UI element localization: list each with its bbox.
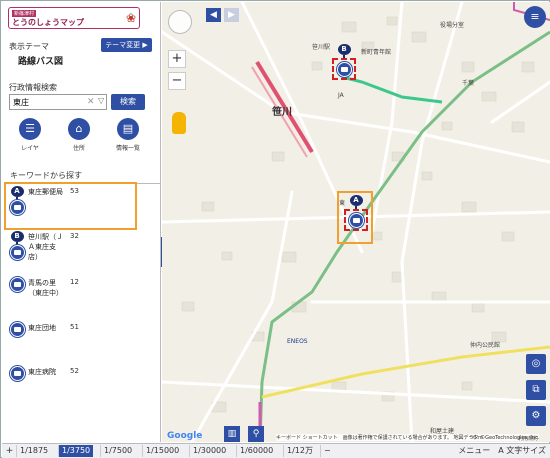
theme-name: 路線バス図	[18, 57, 64, 67]
compass-icon[interactable]	[168, 10, 192, 34]
scale-minus-button[interactable]: −	[320, 445, 334, 457]
route-a-icon: A	[349, 195, 363, 206]
terms-link[interactable]: 利用規約	[518, 435, 538, 442]
info-list-label: 情報一覧	[115, 145, 140, 152]
sidebar: 新篠津村 とうのしょうマップ ❀ 表示テーマ テーマ変更 ▶ 路線バス図 行政情…	[2, 2, 161, 442]
settings-gear-icon[interactable]: ⚙	[526, 406, 546, 426]
clear-icon[interactable]: ✕	[87, 97, 95, 107]
admin-search-label: 行政情報検索	[9, 83, 57, 92]
info-list-button[interactable]: ▤ 情報一覧	[108, 118, 148, 152]
map-view[interactable]: 役場分室 新町青年館 千葉 JA 笹川 笹川駅 東 ENEOS 仲内公民館 和屋…	[162, 2, 550, 442]
history-forward-button[interactable]: ▶	[224, 8, 239, 22]
layer-button[interactable]: ☰ レイヤ	[10, 118, 50, 152]
bus-icon	[9, 277, 25, 292]
stop-list-item[interactable]: 東庄病院 52	[8, 366, 158, 412]
history-back-button[interactable]: ◀	[206, 8, 221, 22]
app-window: 新篠津村 とうのしょうマップ ❀ 表示テーマ テーマ変更 ▶ 路線バス図 行政情…	[0, 0, 550, 458]
stop-number: 12	[70, 278, 79, 286]
stop-list-item[interactable]: 東庄団地 51	[8, 322, 158, 368]
stop-name: 青馬の里（東庄中）	[28, 279, 63, 297]
route-b-icon: B	[337, 44, 351, 55]
bus-stop-marker	[9, 322, 25, 337]
stop-list-item[interactable]: B 笹川駅（ＪＡ東庄支店） 32	[8, 231, 158, 277]
zoom-in-button[interactable]: +	[168, 50, 186, 68]
logo-app-name: とうのしょうマップ	[12, 18, 84, 27]
route-b-icon: B	[10, 231, 24, 242]
map-label-office: 役場分室	[440, 22, 465, 29]
address-button[interactable]: ⌂ 住所	[59, 118, 99, 152]
stop-list-item[interactable]: 青馬の里（東庄中） 12	[8, 277, 158, 323]
map-label-hall2: 仲内公民館	[470, 342, 501, 349]
stop-name: 東庄郵便局	[28, 188, 63, 196]
map-label-hall: 新町青年館	[361, 49, 392, 56]
map-label-sasagawa: 笹川	[272, 107, 292, 118]
locate-icon[interactable]: ◎	[526, 354, 546, 374]
scale-option[interactable]: 1/1875	[16, 445, 51, 457]
bus-icon	[9, 200, 25, 215]
stop-name: 東庄団地	[28, 324, 56, 332]
bus-stop-marker: B	[9, 231, 25, 260]
stop-number: 51	[70, 323, 79, 331]
scale-option-active[interactable]: 1/3750	[58, 445, 94, 457]
map-label-ja: JA	[338, 92, 344, 99]
search-input[interactable]	[13, 97, 83, 108]
bus-icon	[336, 62, 352, 77]
map-label-chiba: 千葉	[462, 80, 475, 87]
map-label-eneos: ENEOS	[287, 338, 308, 345]
stop-list-item[interactable]: A 東庄郵便局 53	[8, 186, 158, 232]
stop-number: 52	[70, 367, 79, 375]
map-bus-stop-b[interactable]: B	[331, 44, 357, 82]
stop-number: 32	[70, 232, 79, 240]
map-bus-stop-a[interactable]: A	[344, 195, 368, 239]
app-logo[interactable]: 新篠津村 とうのしょうマップ ❀	[8, 7, 140, 29]
menu-icon[interactable]: ≡	[524, 6, 546, 28]
logo-municipality: 新篠津村	[12, 10, 37, 17]
map-attribution: キーボード ショートカット 画像は著作権で保護されている場合があります。 地図デ…	[276, 434, 540, 441]
table-icon: ▤	[117, 118, 139, 140]
scale-option[interactable]: 1/15000	[142, 445, 182, 457]
scale-option[interactable]: 1/12万	[283, 445, 316, 457]
scale-toolbar: + 1/1875 1/3750 1/7500 1/15000 1/30000 1…	[2, 443, 550, 458]
train-icon[interactable]: ▥	[224, 426, 240, 442]
bus-icon	[348, 213, 364, 228]
scale-option[interactable]: 1/7500	[100, 445, 135, 457]
stop-number: 53	[70, 187, 79, 195]
menu-font-size[interactable]: メニュー A 文字サイズ	[458, 445, 546, 457]
selection-frame	[332, 58, 356, 80]
list-icon: ☰	[19, 118, 41, 140]
map-label-station: 笹川駅	[312, 44, 331, 51]
scale-plus-button[interactable]: +	[4, 445, 15, 457]
stop-name: 東庄病院	[28, 368, 56, 376]
stop-name: 笹川駅（ＪＡ東庄支店）	[28, 233, 63, 261]
selection-frame	[344, 209, 368, 231]
scale-option[interactable]: 1/30000	[189, 445, 229, 457]
layers-copy-icon[interactable]: ⧉	[526, 380, 546, 400]
scale-label: 50 m	[470, 435, 483, 441]
address-label: 住所	[72, 145, 85, 152]
pin-icon[interactable]: ⚲	[248, 426, 264, 442]
zoom-out-button[interactable]: −	[168, 72, 186, 90]
vegetable-icon: ❀	[125, 11, 136, 25]
bus-icon	[9, 322, 25, 337]
route-a-icon: A	[10, 186, 24, 197]
home-icon: ⌂	[68, 118, 90, 140]
search-box: ✕ ▽	[9, 94, 107, 110]
dropdown-icon[interactable]: ▽	[98, 96, 104, 105]
scale-option[interactable]: 1/60000	[236, 445, 276, 457]
bus-icon	[9, 245, 25, 260]
bus-stop-marker	[9, 366, 25, 381]
google-logo: Google	[167, 431, 203, 441]
street-view-pegman-icon[interactable]	[172, 112, 186, 134]
search-button[interactable]: 検索	[111, 94, 145, 110]
bus-icon	[9, 366, 25, 381]
bus-stop-marker	[9, 277, 25, 292]
theme-change-button[interactable]: テーマ変更 ▶	[101, 38, 152, 52]
layer-label: レイヤ	[21, 145, 39, 152]
theme-section-label: 表示テーマ	[9, 42, 49, 51]
bus-stop-marker: A	[9, 186, 25, 215]
